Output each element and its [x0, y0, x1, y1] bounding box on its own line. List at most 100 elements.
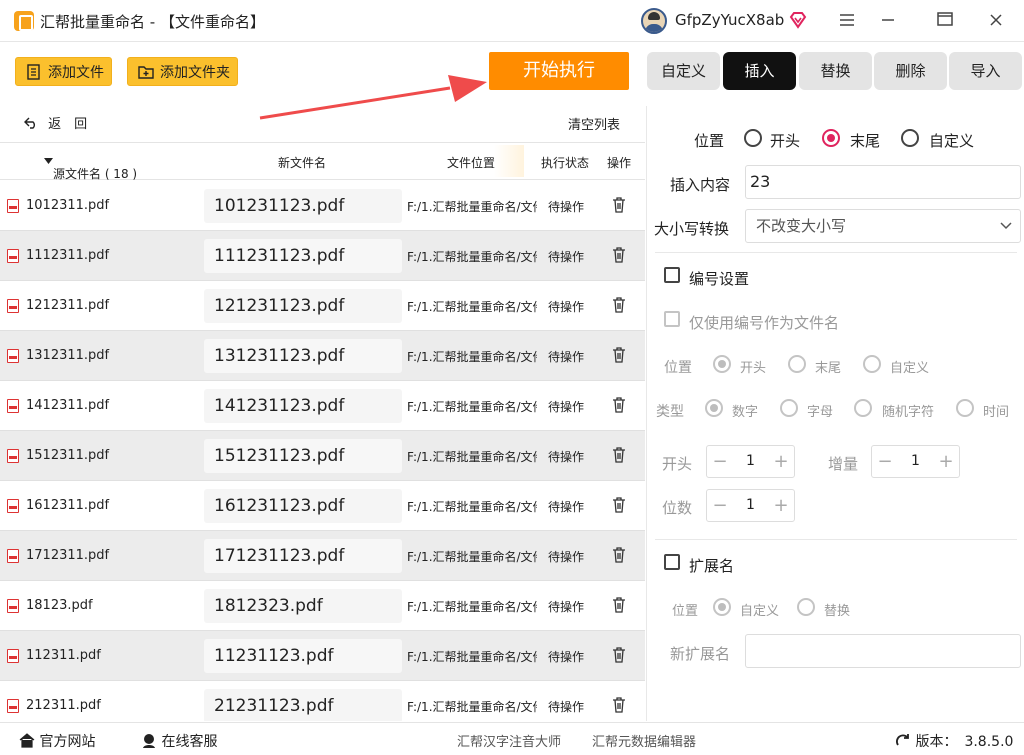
add-file-button[interactable]: 添加文件	[15, 57, 112, 86]
menu-icon[interactable]	[834, 8, 860, 34]
source-name: 1412311.pdf	[26, 398, 110, 413]
back-label: 返 回	[48, 117, 88, 132]
new-name-field[interactable]: 11231123.pdf	[204, 639, 402, 673]
trash-icon[interactable]	[612, 497, 626, 513]
tab-delete[interactable]: 删除	[874, 52, 947, 90]
vip-diamond-icon[interactable]	[789, 11, 807, 29]
radio-type-letter[interactable]	[780, 399, 798, 417]
new-name-field[interactable]: 151231123.pdf	[204, 439, 402, 473]
radio-num-pos-end[interactable]	[788, 355, 806, 373]
start-stepper[interactable]: − 1 +	[706, 445, 795, 478]
pos-custom-label: 自定义	[929, 132, 975, 150]
pdf-icon	[7, 249, 19, 263]
table-row[interactable]: 112311.pdf 11231123.pdf F:/1.汇帮批量重命名/文件 …	[0, 631, 645, 681]
table-row[interactable]: 1312311.pdf 131231123.pdf F:/1.汇帮批量重命名/文…	[0, 331, 645, 381]
table-row[interactable]: 1512311.pdf 151231123.pdf F:/1.汇帮批量重命名/文…	[0, 431, 645, 481]
table-row[interactable]: 18123.pdf 1812323.pdf F:/1.汇帮批量重命名/文件 待操…	[0, 581, 645, 631]
table-header: 源文件名 ( 18 ) 新文件名 文件位置 执行状态 操作	[0, 142, 645, 181]
trash-icon[interactable]	[612, 547, 626, 563]
insert-content-label: 插入内容	[670, 176, 731, 194]
header-source[interactable]: 源文件名 ( 18 )	[44, 154, 137, 181]
position-label: 位置	[694, 132, 725, 150]
new-name-field[interactable]: 101231123.pdf	[204, 189, 402, 223]
radio-type-random[interactable]	[854, 399, 872, 417]
trash-icon[interactable]	[612, 297, 626, 313]
website-link[interactable]: 官方网站	[19, 731, 95, 751]
case-convert-select[interactable]: 不改变大小写	[745, 209, 1021, 243]
sort-down-icon	[44, 158, 53, 164]
extension-checkbox[interactable]	[664, 554, 680, 570]
new-name-field[interactable]: 171231123.pdf	[204, 539, 402, 573]
radio-num-pos-start[interactable]	[713, 355, 731, 373]
username[interactable]: GfpZyYucX8ab	[675, 11, 784, 29]
minimize-icon[interactable]	[875, 8, 901, 34]
radio-ext-replace[interactable]	[797, 598, 815, 616]
new-name-field[interactable]: 111231123.pdf	[204, 239, 402, 273]
new-extension-input[interactable]	[745, 634, 1021, 668]
new-name-field[interactable]: 121231123.pdf	[204, 289, 402, 323]
table-row[interactable]: 1212311.pdf 121231123.pdf F:/1.汇帮批量重命名/文…	[0, 281, 645, 331]
add-folder-button[interactable]: 添加文件夹	[127, 57, 238, 86]
file-location: F:/1.汇帮批量重命名/文件	[407, 200, 537, 214]
type-label: 类型	[656, 404, 684, 420]
back-button[interactable]: 返 回	[24, 113, 87, 132]
increment-stepper[interactable]: − 1 +	[871, 445, 960, 478]
tool-link-pinyin[interactable]: 汇帮汉字注音大师	[457, 731, 561, 750]
radio-pos-custom[interactable]	[901, 129, 919, 147]
trash-icon[interactable]	[612, 697, 626, 713]
trash-icon[interactable]	[612, 397, 626, 413]
minus-icon[interactable]: −	[707, 490, 733, 521]
trash-icon[interactable]	[612, 447, 626, 463]
start-button[interactable]: 开始执行	[489, 52, 629, 90]
radio-type-time[interactable]	[956, 399, 974, 417]
tab-bar: 自定义 插入 替换 删除 导入	[647, 52, 1024, 92]
table-row[interactable]: 1412311.pdf 141231123.pdf F:/1.汇帮批量重命名/文…	[0, 381, 645, 431]
new-name-field[interactable]: 1812323.pdf	[204, 589, 402, 623]
table-row[interactable]: 1612311.pdf 161231123.pdf F:/1.汇帮批量重命名/文…	[0, 481, 645, 531]
insert-content-input[interactable]: 23	[745, 165, 1021, 199]
table-row[interactable]: 212311.pdf 21231123.pdf F:/1.汇帮批量重命名/文件 …	[0, 681, 645, 721]
tab-insert[interactable]: 插入	[723, 52, 796, 90]
case-convert-label: 大小写转换	[654, 220, 730, 238]
digits-stepper[interactable]: − 1 +	[706, 489, 795, 522]
close-icon[interactable]	[983, 8, 1009, 34]
table-row[interactable]: 1712311.pdf 171231123.pdf F:/1.汇帮批量重命名/文…	[0, 531, 645, 581]
clear-list-button[interactable]: 清空列表	[568, 114, 620, 133]
avatar[interactable]	[641, 8, 667, 34]
tool-link-metadata[interactable]: 汇帮元数据编辑器	[592, 731, 696, 750]
new-name-field[interactable]: 131231123.pdf	[204, 339, 402, 373]
support-link[interactable]: 在线客服	[141, 731, 217, 751]
radio-num-pos-custom[interactable]	[863, 355, 881, 373]
trash-icon[interactable]	[612, 247, 626, 263]
plus-icon[interactable]: +	[768, 446, 794, 477]
maximize-icon[interactable]	[932, 8, 958, 34]
table-row[interactable]: 1012311.pdf 101231123.pdf F:/1.汇帮批量重命名/文…	[0, 181, 645, 231]
status-text: 待操作	[548, 500, 585, 514]
tab-custom[interactable]: 自定义	[647, 52, 720, 90]
only-number-checkbox[interactable]	[664, 311, 680, 327]
radio-pos-start[interactable]	[744, 129, 762, 147]
pdf-icon	[7, 499, 19, 513]
insert-settings-panel: 位置 开头 末尾 自定义 插入内容 23 大小写转换 不改变大小写 编号设置 仅…	[646, 106, 1024, 721]
minus-icon[interactable]: −	[707, 446, 733, 477]
source-name: 212311.pdf	[26, 698, 101, 713]
new-name-field[interactable]: 161231123.pdf	[204, 489, 402, 523]
radio-type-digit[interactable]	[705, 399, 723, 417]
trash-icon[interactable]	[612, 197, 626, 213]
radio-pos-end[interactable]	[822, 129, 840, 147]
minus-icon[interactable]: −	[872, 446, 898, 477]
add-folder-label: 添加文件夹	[160, 64, 230, 81]
plus-icon[interactable]: +	[768, 490, 794, 521]
new-name-field[interactable]: 141231123.pdf	[204, 389, 402, 423]
trash-icon[interactable]	[612, 647, 626, 663]
trash-icon[interactable]	[612, 347, 626, 363]
table-row[interactable]: 1112311.pdf 111231123.pdf F:/1.汇帮批量重命名/文…	[0, 231, 645, 281]
plus-icon[interactable]: +	[933, 446, 959, 477]
tab-import[interactable]: 导入	[949, 52, 1022, 90]
numbering-checkbox[interactable]	[664, 267, 680, 283]
new-name-field[interactable]: 21231123.pdf	[204, 689, 402, 721]
trash-icon[interactable]	[612, 597, 626, 613]
radio-ext-custom[interactable]	[713, 598, 731, 616]
file-location: F:/1.汇帮批量重命名/文件	[407, 650, 537, 664]
tab-replace[interactable]: 替换	[799, 52, 872, 90]
